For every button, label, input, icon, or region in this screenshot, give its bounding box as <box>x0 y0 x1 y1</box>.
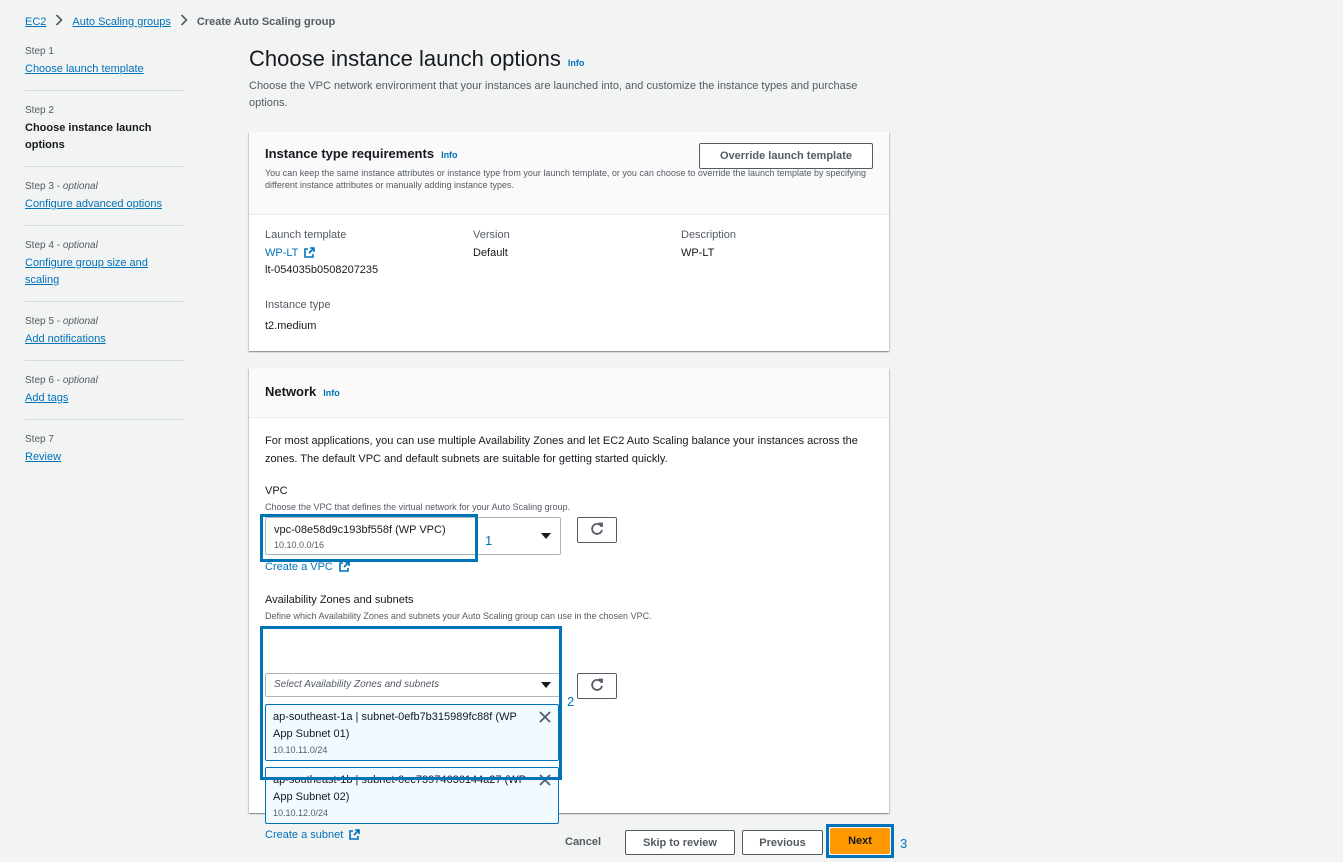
skip-to-review-button[interactable]: Skip to review <box>625 830 735 855</box>
step-label: Step 1 <box>25 46 54 57</box>
step-2: Step 2 Choose instance launch options <box>25 105 185 167</box>
instance-type-label: Instance type <box>265 299 331 311</box>
page-title: Choose instance launch options Info <box>249 46 585 71</box>
highlight-box-subnets <box>260 626 562 780</box>
vpc-label: VPC <box>265 485 288 497</box>
version-value: Default <box>473 247 508 259</box>
step-link-configure-group-size[interactable]: Configure group size and scaling <box>25 255 165 289</box>
subnet-token-cidr: 10.10.12.0/24 <box>273 808 329 818</box>
step-link-add-tags[interactable]: Add tags <box>25 392 68 404</box>
step-current-choose-instance-launch-options: Choose instance launch options <box>25 122 152 151</box>
breadcrumb-auto-scaling-groups[interactable]: Auto Scaling groups <box>72 16 170 28</box>
next-button[interactable]: Next <box>830 828 890 854</box>
version-label: Version <box>473 229 510 241</box>
annotation-number: 2 <box>567 694 575 709</box>
step-label: Step 4 - optional <box>25 240 98 251</box>
page-description: Choose the VPC network environment that … <box>249 80 858 109</box>
step-3: Step 3 - optional Configure advanced opt… <box>25 181 185 226</box>
version-field: Version Default <box>473 229 510 259</box>
launch-template-label: Launch template <box>265 229 347 241</box>
description-value: WP-LT <box>681 247 715 259</box>
launch-template-link-row: WP-LT <box>265 247 378 261</box>
create-subnet-row: Create a subnet <box>265 829 361 843</box>
chevron-right-icon <box>180 14 188 29</box>
launch-template-link[interactable]: WP-LT <box>265 247 298 259</box>
vpc-refresh-button[interactable] <box>577 517 617 543</box>
step-label: Step 3 - optional <box>25 181 98 192</box>
step-label: Step 2 <box>25 105 54 116</box>
az-refresh-button[interactable] <box>577 673 617 699</box>
step-5: Step 5 - optional Add notifications <box>25 316 185 361</box>
highlight-box-vpc <box>260 514 478 562</box>
step-7: Step 7 Review <box>25 434 185 478</box>
breadcrumb: EC2 Auto Scaling groups Create Auto Scal… <box>25 14 335 29</box>
description-label: Description <box>681 229 737 241</box>
launch-template-id: lt-054035b0508207235 <box>265 264 379 276</box>
instance-type-field: Instance type t2.medium <box>265 299 330 332</box>
wizard-steps: Step 1 Choose launch template Step 2 Cho… <box>25 46 185 492</box>
external-link-icon <box>349 829 361 843</box>
step-label: Step 6 - optional <box>25 375 98 386</box>
breadcrumb-current: Create Auto Scaling group <box>196 15 336 28</box>
annotation-number: 1 <box>485 533 493 548</box>
step-label: Step 5 - optional <box>25 316 98 327</box>
step-6: Step 6 - optional Add tags <box>25 375 185 420</box>
create-subnet-link[interactable]: Create a subnet <box>265 829 343 841</box>
cancel-button[interactable]: Cancel <box>565 836 601 848</box>
external-link-icon <box>339 561 350 575</box>
refresh-icon <box>590 522 604 539</box>
step-link-review[interactable]: Review <box>25 451 61 463</box>
card-title: Network Info <box>265 384 340 399</box>
external-link-icon <box>304 247 316 261</box>
card-header: Instance type requirements Info You can … <box>249 132 889 215</box>
vpc-description: Choose the VPC that defines the virtual … <box>265 502 571 512</box>
create-vpc-row: Create a VPC <box>265 561 350 575</box>
instance-type-requirements-card: Instance type requirements Info You can … <box>249 132 889 351</box>
refresh-icon <box>590 678 604 695</box>
az-description: Define which Availability Zones and subn… <box>265 611 652 621</box>
annotation-number: 3 <box>900 836 908 851</box>
launch-template-field: Launch template WP-LT lt-054035b05082072… <box>265 229 378 276</box>
create-vpc-link[interactable]: Create a VPC <box>265 561 333 573</box>
network-intro: For most applications, you can use multi… <box>265 435 858 465</box>
page-info-link[interactable]: Info <box>568 58 585 68</box>
step-1: Step 1 Choose launch template <box>25 46 185 91</box>
step-4: Step 4 - optional Configure group size a… <box>25 240 185 302</box>
step-link-add-notifications[interactable]: Add notifications <box>25 333 106 345</box>
caret-down-icon <box>541 533 551 539</box>
card-header: Network Info <box>249 368 889 418</box>
card-description: You can keep the same instance attribute… <box>265 168 867 190</box>
step-link-configure-advanced-options[interactable]: Configure advanced options <box>25 198 162 210</box>
previous-button[interactable]: Previous <box>742 830 823 855</box>
chevron-right-icon <box>55 14 64 29</box>
network-info-link[interactable]: Info <box>323 388 340 398</box>
step-label: Step 7 <box>25 434 54 445</box>
instance-type-value: t2.medium <box>265 320 317 332</box>
breadcrumb-ec2[interactable]: EC2 <box>25 16 46 28</box>
description-field: Description WP-LT <box>681 229 736 259</box>
override-launch-template-button[interactable]: Override launch template <box>699 143 873 169</box>
main-content: Choose instance launch options Info Choo… <box>249 46 889 841</box>
step-link-choose-launch-template[interactable]: Choose launch template <box>25 63 144 75</box>
instance-req-info-link[interactable]: Info <box>441 150 458 160</box>
az-label: Availability Zones and subnets <box>265 594 414 606</box>
